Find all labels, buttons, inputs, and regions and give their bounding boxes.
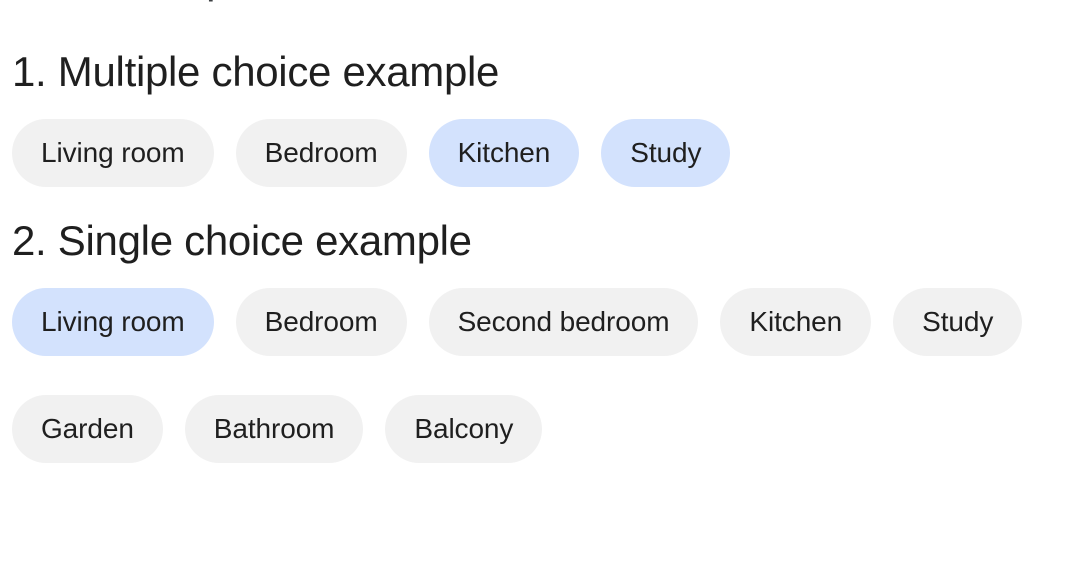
chip-label: Kitchen — [749, 306, 843, 337]
chip-group-multiple-choice: Living room Bedroom Kitchen Study — [12, 119, 1055, 187]
chip-label: Kitchen — [457, 137, 551, 168]
chip-label: Bedroom — [264, 137, 378, 168]
chip-label: Second bedroom — [457, 306, 670, 337]
chip-label: Bedroom — [264, 306, 378, 337]
chip-living-room[interactable]: Living room — [12, 119, 214, 187]
section-heading-multiple-choice: 1. Multiple choice example — [12, 48, 500, 95]
chip-kitchen[interactable]: Kitchen — [428, 119, 580, 187]
chip-label: Study — [630, 137, 702, 168]
chip-bedroom[interactable]: Bedroom — [235, 288, 407, 356]
chip-label: Living room — [41, 137, 185, 168]
chip-label: Study — [922, 306, 994, 337]
chip-group-single-choice: Living room Bedroom Second bedroom Kitchen S… — [12, 288, 1055, 463]
chip-living-room[interactable]: Living room — [12, 288, 214, 356]
section-heading-single-choice: 2. Single choice example — [12, 217, 472, 264]
chip-garden[interactable]: Garden — [12, 395, 163, 463]
choice-chips-page: Choice chips 1. Multiple choice example … — [0, 0, 1067, 576]
chip-study[interactable]: Study — [601, 119, 731, 187]
chip-bedroom[interactable]: Bedroom — [235, 119, 407, 187]
section-multiple-choice: 1. Multiple choice example Living room Be… — [12, 0, 1055, 187]
chip-bathroom[interactable]: Bathroom — [184, 395, 364, 463]
chip-label: Bathroom — [213, 413, 335, 444]
chip-label: Living room — [41, 306, 185, 337]
section-single-choice: 2. Single choice example Living room Bedr… — [12, 187, 1055, 463]
chip-second-bedroom[interactable]: Second bedroom — [428, 288, 699, 356]
chip-label: Balcony — [414, 413, 514, 444]
chip-label: Garden — [41, 413, 134, 444]
chip-kitchen[interactable]: Kitchen — [720, 288, 872, 356]
chip-balcony[interactable]: Balcony — [385, 395, 543, 463]
chip-study[interactable]: Study — [893, 288, 1023, 356]
